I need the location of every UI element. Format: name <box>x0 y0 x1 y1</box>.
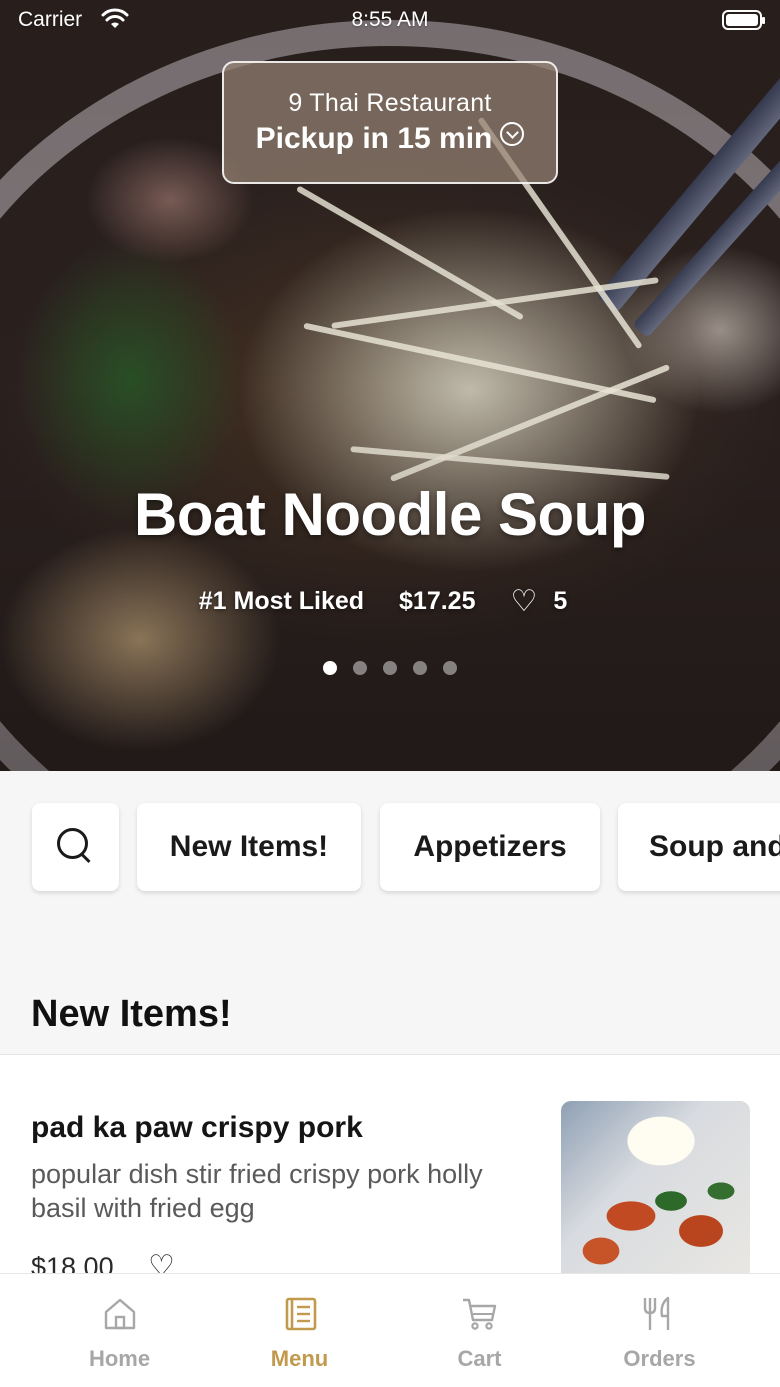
pickup-selector[interactable]: 9 Thai Restaurant Pickup in 15 min <box>222 61 558 184</box>
carousel-dot[interactable] <box>383 661 397 675</box>
carousel-dot[interactable] <box>353 661 367 675</box>
utensils-icon <box>643 1296 670 1330</box>
category-chip-new-items[interactable]: New Items! <box>137 803 361 891</box>
tab-cart[interactable]: Cart <box>382 1274 577 1387</box>
featured-item-meta: #1 Most Liked $17.25 ♡ 5 <box>0 584 780 619</box>
menu-item-photo[interactable] <box>561 1101 750 1274</box>
menu-icon <box>285 1297 317 1331</box>
tab-label: Cart <box>457 1346 502 1371</box>
featured-like-count: 5 <box>553 587 568 615</box>
menu-item-name: pad ka paw crispy pork <box>31 1111 363 1144</box>
search-icon <box>56 828 95 866</box>
tab-label: Home <box>88 1346 151 1371</box>
carousel-dot[interactable] <box>443 661 457 675</box>
heart-outline-icon: ♡ <box>510 585 538 618</box>
heart-outline-icon[interactable]: ♡ <box>148 1249 175 1274</box>
cart-icon <box>463 1298 497 1330</box>
tab-home[interactable]: Home <box>22 1274 217 1387</box>
pickup-time-row: Pickup in 15 min <box>224 122 556 156</box>
restaurant-name: 9 Thai Restaurant <box>288 89 492 117</box>
clock-time: 8:55 AM <box>351 8 429 31</box>
featured-hero[interactable]: Carrier 8:55 AM 9 Thai Restaurant Pickup… <box>0 0 780 771</box>
carousel-page-indicator[interactable] <box>0 661 780 680</box>
featured-price: $17.25 <box>399 587 476 615</box>
featured-likes[interactable]: ♡ 5 <box>510 585 581 618</box>
featured-item-title: Boat Noodle Soup <box>134 481 646 548</box>
status-bar: Carrier 8:55 AM <box>0 0 780 40</box>
search-button[interactable] <box>32 803 119 891</box>
carousel-dot[interactable] <box>413 661 427 675</box>
tab-label: Menu <box>270 1346 329 1371</box>
category-chip-soup[interactable]: Soup and <box>618 803 780 891</box>
battery-icon <box>722 10 765 30</box>
tab-orders[interactable]: Orders <box>562 1274 757 1387</box>
tab-label: Orders <box>623 1346 696 1371</box>
section-title: New Items! <box>31 993 232 1035</box>
menu-item-description: popular dish stir fried crispy pork holl… <box>31 1159 483 1223</box>
chevron-down-circle-icon <box>500 122 525 146</box>
pickup-time-label: Pickup in 15 min <box>255 122 493 155</box>
carousel-dot[interactable] <box>323 661 337 675</box>
menu-item-list: pad ka paw crispy pork popular dish stir… <box>0 1054 780 1274</box>
tab-menu[interactable]: Menu <box>202 1274 397 1387</box>
featured-rank-label: #1 Most Liked <box>198 587 365 615</box>
category-chip-appetizers[interactable]: Appetizers <box>380 803 600 891</box>
home-icon <box>104 1298 136 1330</box>
category-chip-row[interactable]: New Items! Appetizers Soup and <box>0 771 780 926</box>
bottom-tab-bar: Home Menu Cart Orders <box>0 1273 780 1387</box>
menu-item-price: $18.00 <box>31 1252 114 1274</box>
